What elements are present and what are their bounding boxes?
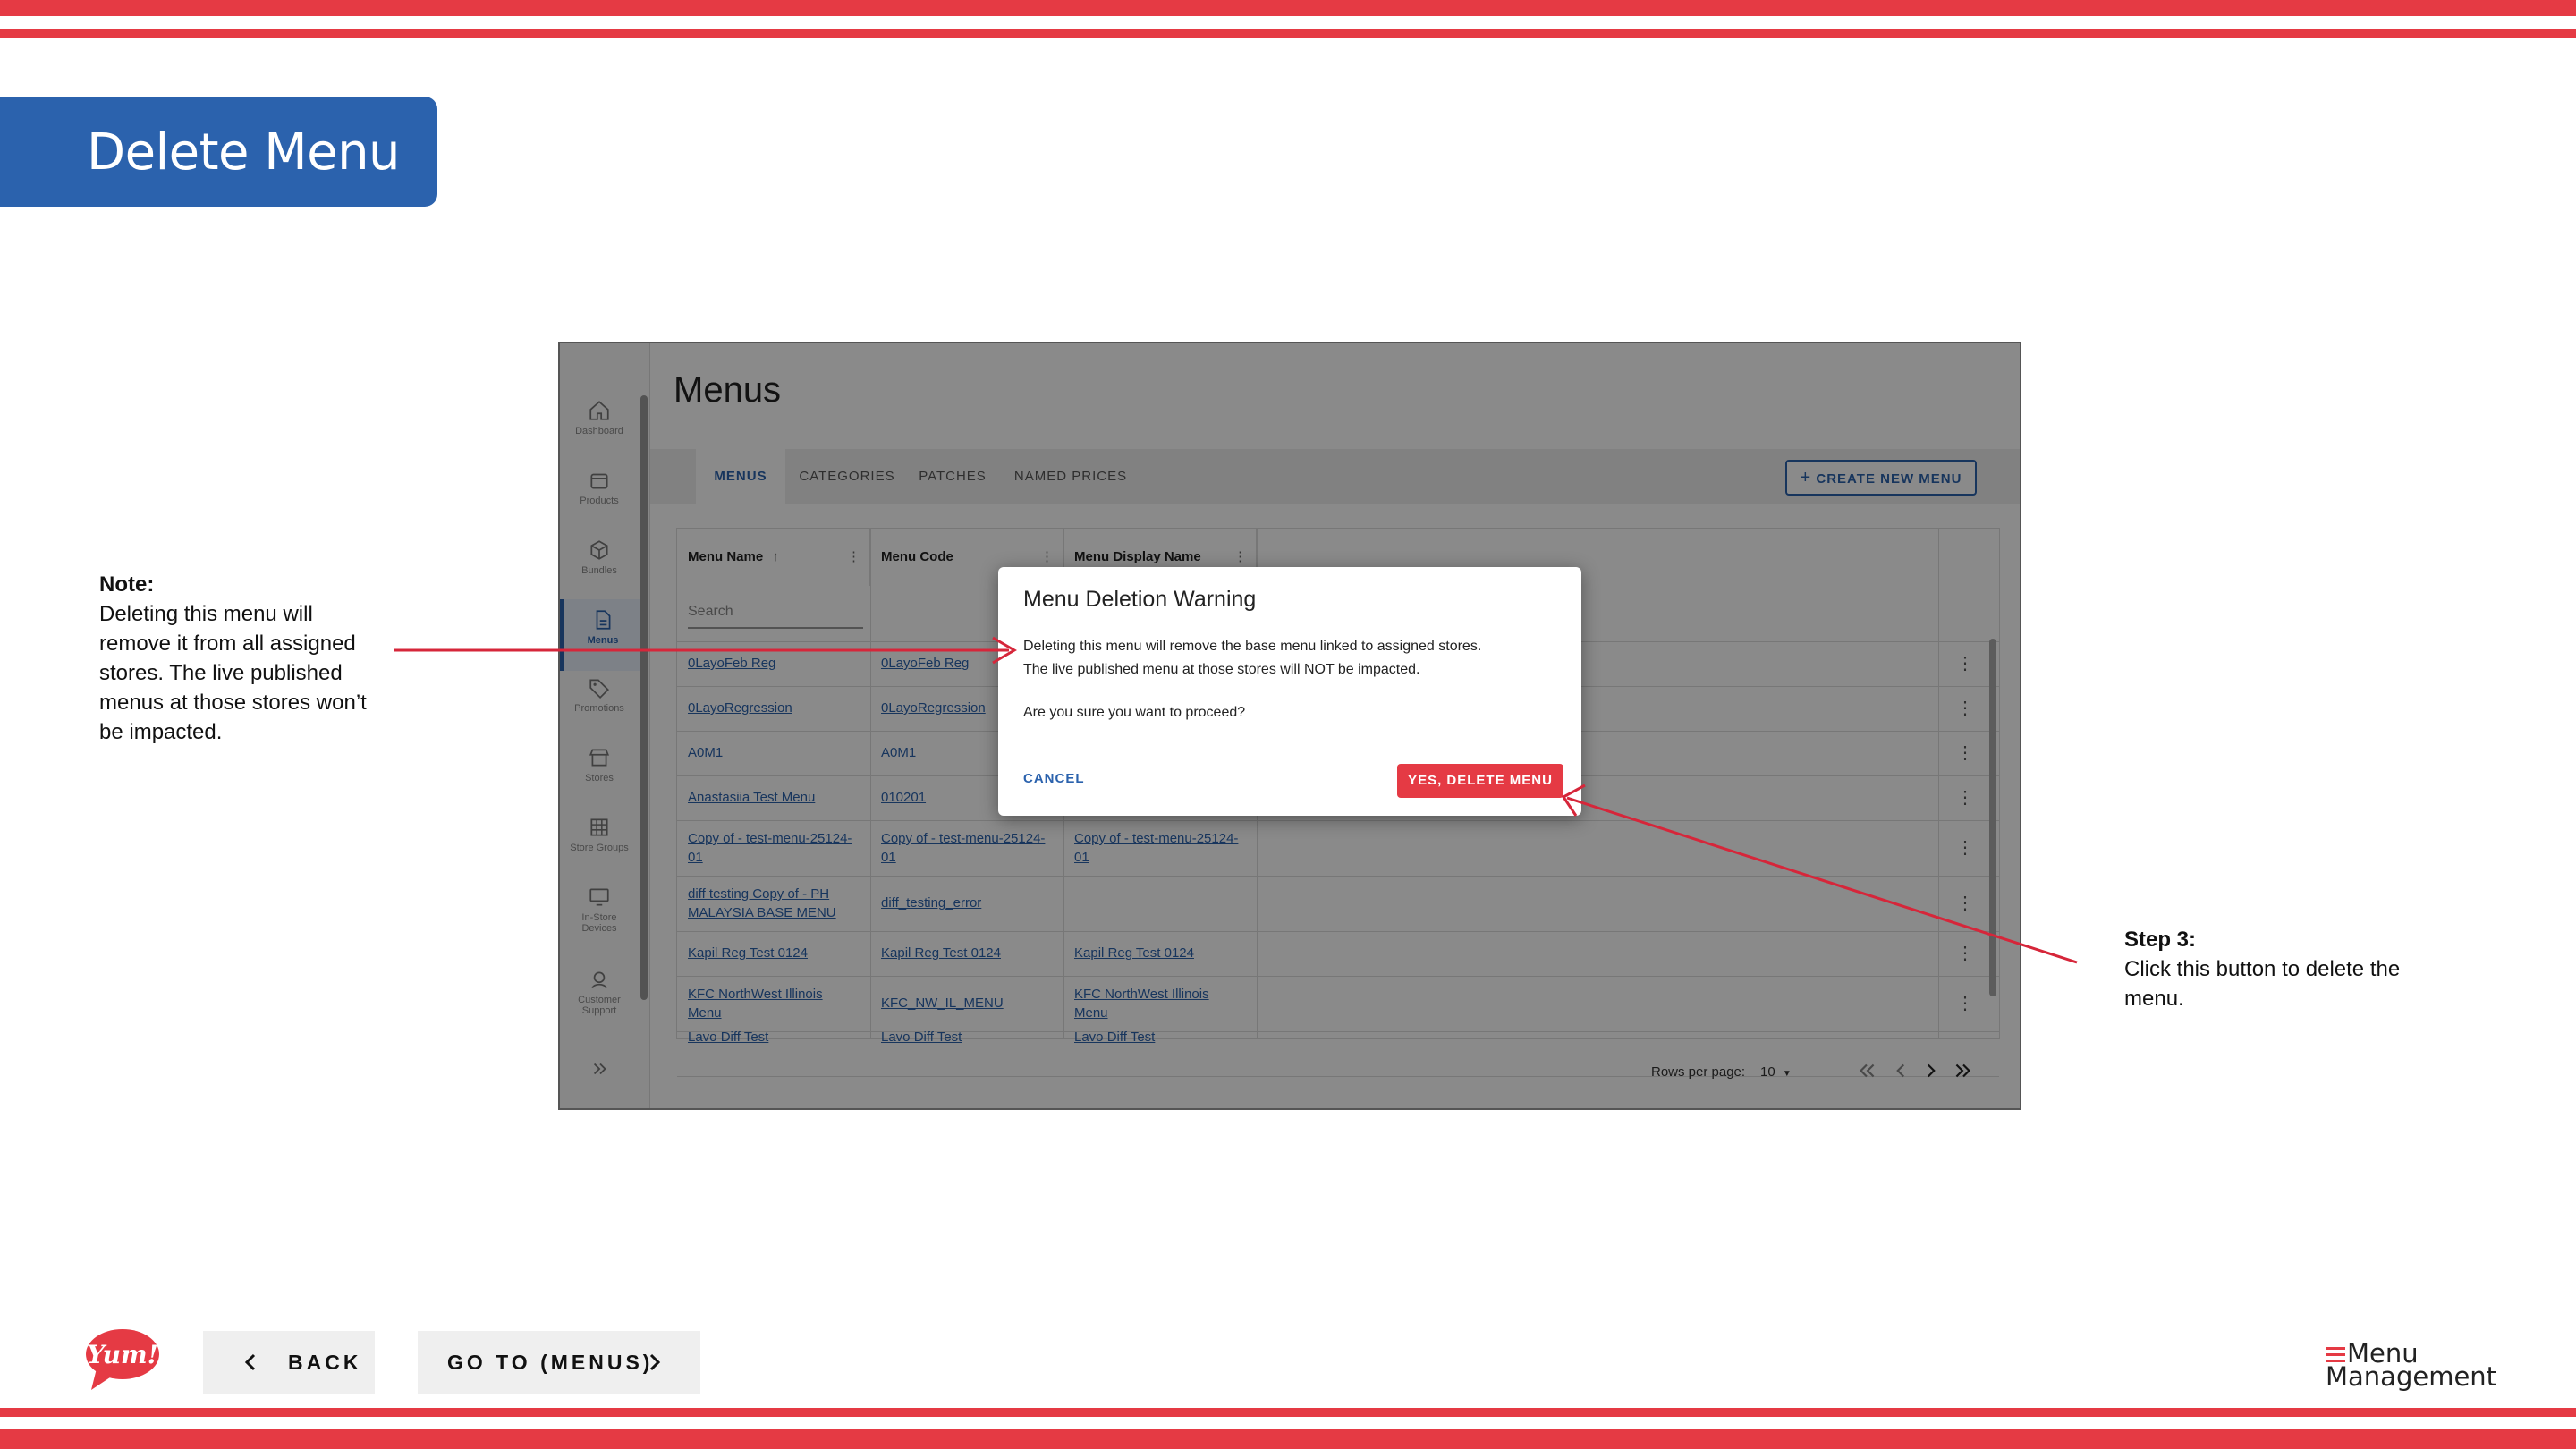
yum-logo-text: Yum! [87,1340,158,1369]
chevron-right-icon [649,1353,661,1371]
step-arrow [1561,784,2078,964]
go-to-menus-label: GO TO (MENUS) [447,1351,654,1374]
go-to-menus-button[interactable]: GO TO (MENUS) [418,1331,700,1394]
brand-line-2: Management [2326,1361,2497,1392]
back-button-label: BACK [288,1351,362,1374]
note-arrow [394,636,1017,665]
yum-logo: Yum! [86,1329,159,1390]
menu-lines-icon [2326,1347,2345,1362]
annotation-arrows [394,636,2078,964]
bottom-stripe [0,1429,2576,1449]
menu-management-logo: Menu Management [2326,1341,2496,1395]
bottom-stripe-thin [0,1408,2576,1417]
back-button[interactable]: BACK [203,1331,375,1394]
chevron-left-icon [244,1353,256,1371]
